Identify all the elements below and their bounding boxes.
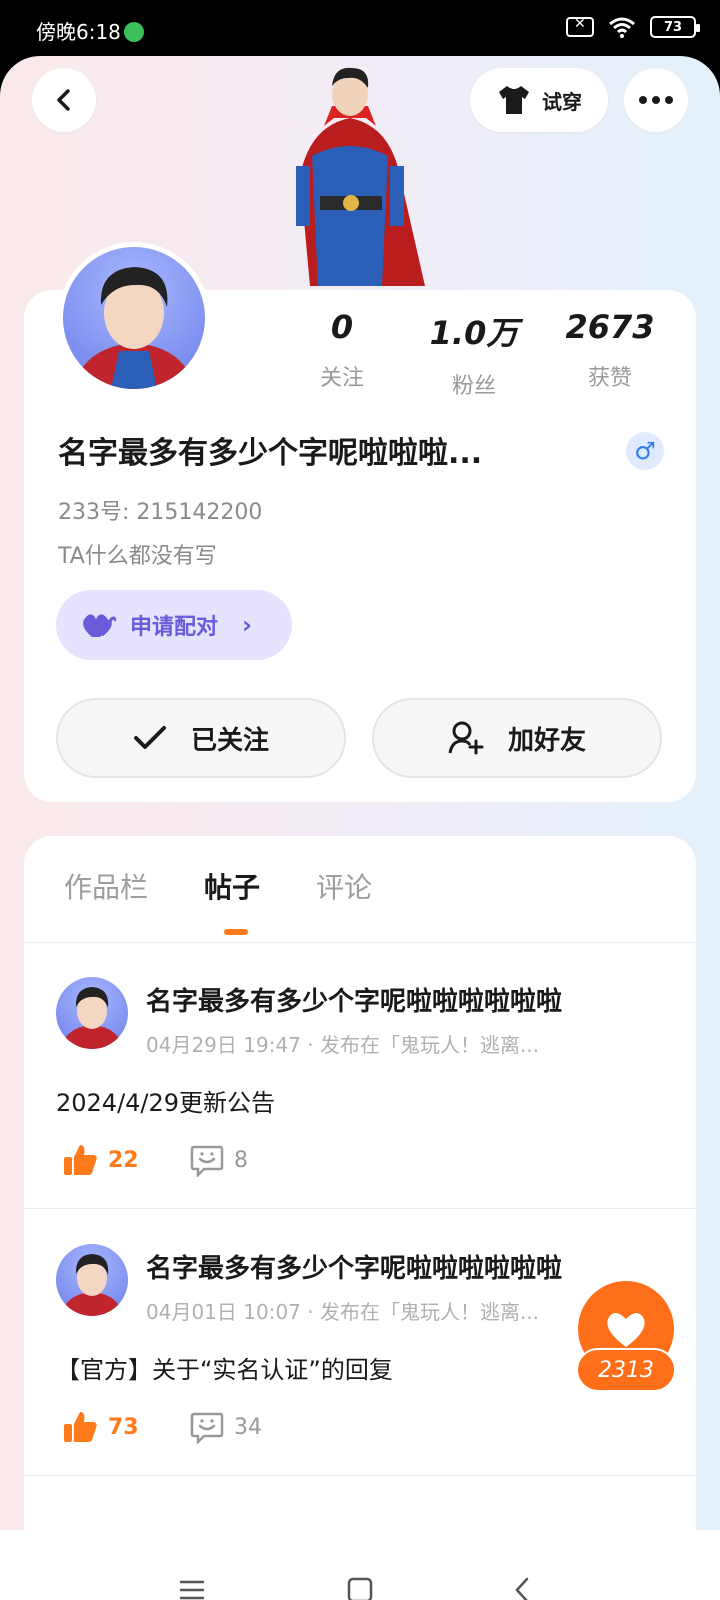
- add-friend-button[interactable]: 加好友: [372, 698, 662, 778]
- comment-count: 8: [234, 1147, 248, 1173]
- chevron-left-icon: [515, 1577, 529, 1600]
- like-button[interactable]: 22: [62, 1143, 139, 1177]
- heart-icon: [607, 1313, 645, 1347]
- menu-icon: [179, 1580, 205, 1600]
- user-id[interactable]: 233号: 215142200: [58, 494, 262, 526]
- chevron-left-icon: [57, 89, 70, 111]
- square-icon: [347, 1577, 373, 1600]
- like-count: 22: [108, 1147, 139, 1173]
- comment-button[interactable]: 34: [190, 1410, 262, 1444]
- gender-male-icon: ♂: [626, 432, 664, 470]
- followers-count: 1.0万: [429, 314, 519, 352]
- following-stat[interactable]: 0 关注: [272, 308, 412, 392]
- security-shield-icon: [124, 22, 144, 42]
- heart-count-badge: 2313: [576, 1348, 676, 1392]
- add-friend-label: 加好友: [507, 725, 586, 756]
- tab-comments[interactable]: 评论: [316, 866, 372, 906]
- content-tabs: 作品栏 帖子 评论: [64, 866, 372, 906]
- post-content[interactable]: 2024/4/29更新公告: [56, 1083, 275, 1118]
- avatar-image: [60, 987, 124, 1049]
- more-options-button[interactable]: [624, 68, 688, 132]
- likes-stat[interactable]: 2673 获赞: [540, 308, 680, 392]
- post-item[interactable]: 名字最多有多少个字呢啦啦啦啦啦啦 04月29日 19:47 · 发布在「鬼玩人！…: [24, 943, 696, 1209]
- status-bar: 傍晚6:18 73: [0, 0, 720, 56]
- stats-row: 0 关注 1.0万 粉丝 2673 获赞: [0, 308, 720, 408]
- checkmark-icon: [133, 726, 166, 749]
- user-bio: TA什么都没有写: [58, 544, 217, 569]
- home-button[interactable]: [336, 1566, 384, 1600]
- following-label: 关注: [319, 366, 364, 391]
- tab-works[interactable]: 作品栏: [64, 866, 148, 906]
- profile-page: 试穿 0 关注 1.0万 粉丝 2673 获赞 名字最多有多少个字呢啦啦啦...…: [0, 56, 720, 1600]
- add-user-icon: [448, 721, 484, 755]
- following-count: 0: [330, 308, 354, 346]
- try-on-button[interactable]: 试穿: [470, 68, 608, 132]
- wifi-icon: [609, 17, 635, 38]
- active-tab-indicator: [224, 929, 248, 935]
- apply-pair-button[interactable]: 申请配对 ›: [56, 590, 292, 660]
- double-heart-icon: [83, 614, 116, 637]
- more-dots-icon: [639, 96, 673, 104]
- chevron-right-icon: ›: [242, 611, 252, 639]
- status-icons: 73: [566, 16, 700, 38]
- comment-button[interactable]: 8: [190, 1143, 248, 1177]
- post-author-name: 名字最多有多少个字呢啦啦啦啦啦啦: [146, 987, 563, 1017]
- followers-label: 粉丝: [451, 374, 496, 399]
- username: 名字最多有多少个字呢啦啦啦...: [58, 436, 483, 471]
- tab-posts[interactable]: 帖子: [204, 866, 260, 906]
- tshirt-icon: [499, 86, 529, 114]
- system-back-button[interactable]: [498, 1566, 546, 1600]
- following-button-label: 已关注: [190, 725, 269, 756]
- apply-pair-label: 申请配对: [130, 615, 219, 640]
- avatar-image: [60, 1254, 124, 1316]
- comment-icon: [190, 1145, 224, 1177]
- followers-stat[interactable]: 1.0万 粉丝: [404, 308, 544, 400]
- likes-label: 获赞: [587, 366, 632, 391]
- like-count: 73: [108, 1414, 139, 1440]
- post-meta: 04月29日 19:47 · 发布在「鬼玩人！逃离...: [146, 1033, 540, 1057]
- following-button[interactable]: 已关注: [56, 698, 346, 778]
- character-figure: [296, 67, 425, 286]
- thumbs-up-icon: [64, 1145, 97, 1175]
- post-content[interactable]: 【官方】关于“实名认证”的回复: [56, 1350, 393, 1385]
- post-author-avatar[interactable]: [56, 1244, 128, 1316]
- battery-icon: 73: [650, 16, 700, 38]
- likes-count: 2673: [565, 308, 655, 346]
- try-on-label: 试穿: [542, 89, 582, 114]
- comment-icon: [190, 1412, 224, 1444]
- posts-card: 作品栏 帖子 评论 名字最多有多少个字呢啦啦啦啦啦啦 04月29日 19:47 …: [24, 836, 696, 1600]
- like-button[interactable]: 73: [62, 1410, 139, 1444]
- comment-count: 34: [234, 1414, 262, 1440]
- back-button[interactable]: [32, 68, 96, 132]
- post-author-name: 名字最多有多少个字呢啦啦啦啦啦啦: [146, 1254, 563, 1284]
- recent-apps-button[interactable]: [168, 1566, 216, 1600]
- thumbs-up-icon: [64, 1412, 97, 1442]
- no-sim-icon: [566, 16, 594, 37]
- post-author-avatar[interactable]: [56, 977, 128, 1049]
- status-time: 傍晚6:18: [36, 20, 121, 44]
- system-nav-bar: [0, 1530, 720, 1600]
